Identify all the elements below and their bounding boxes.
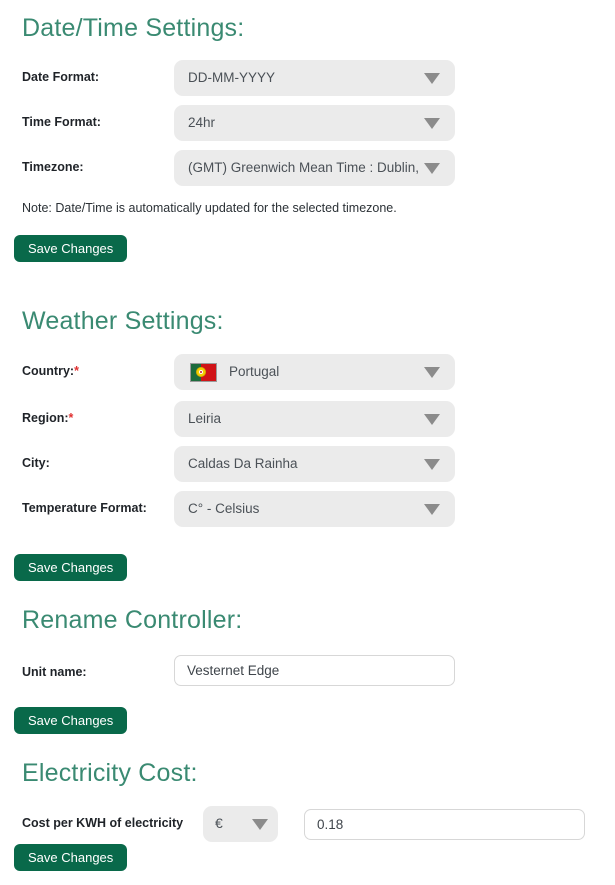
timezone-value: (GMT) Greenwich Mean Time : Dublin,: [188, 160, 418, 175]
unit-name-input[interactable]: Vesternet Edge: [174, 655, 455, 686]
save-changes-button-electricity[interactable]: Save Changes: [14, 844, 128, 871]
region-row: Region:* Leiria: [0, 401, 615, 437]
city-row: City: Caldas Da Rainha: [0, 446, 615, 482]
region-select[interactable]: Leiria: [174, 401, 455, 437]
chevron-down-icon: [424, 458, 440, 470]
datetime-note: Note: Date/Time is automatically updated…: [22, 201, 397, 215]
timezone-label: Timezone:: [22, 160, 84, 175]
cost-per-kwh-label: Cost per KWH of electricity: [22, 816, 184, 831]
time-format-value: 24hr: [188, 115, 216, 130]
region-label: Region:*: [22, 411, 74, 426]
date-format-label: Date Format:: [22, 70, 100, 85]
currency-value: €: [215, 816, 223, 832]
temperature-format-row: Temperature Format: C° - Celsius: [0, 491, 615, 527]
temperature-format-label: Temperature Format:: [22, 501, 147, 516]
temperature-format-value: C° - Celsius: [188, 501, 260, 516]
date-format-row: Date Format: DD-MM-YYYY: [0, 60, 615, 96]
country-label-text: Country:: [22, 364, 75, 379]
timezone-select[interactable]: (GMT) Greenwich Mean Time : Dublin,: [174, 150, 455, 186]
chevron-down-icon: [424, 366, 440, 378]
time-format-row: Time Format: 24hr: [0, 105, 615, 141]
country-row: Country:* Portugal: [0, 354, 615, 390]
country-label: Country:*: [22, 364, 79, 379]
required-asterisk: *: [68, 411, 74, 426]
rename-section-title: Rename Controller:: [22, 606, 243, 634]
region-label-text: Region:: [22, 411, 69, 426]
chevron-down-icon: [252, 818, 268, 830]
currency-select[interactable]: €: [203, 806, 278, 842]
chevron-down-icon: [424, 413, 440, 425]
cost-value-input[interactable]: 0.18: [304, 809, 585, 840]
chevron-down-icon: [424, 117, 440, 129]
chevron-down-icon: [424, 72, 440, 84]
chevron-down-icon: [424, 503, 440, 515]
portugal-flag-icon: [190, 362, 217, 382]
temperature-format-select[interactable]: C° - Celsius: [174, 491, 455, 527]
weather-section-title: Weather Settings:: [22, 307, 224, 335]
region-value: Leiria: [188, 411, 222, 426]
save-changes-button-datetime[interactable]: Save Changes: [14, 235, 128, 262]
country-value: Portugal: [229, 364, 280, 379]
save-changes-button-rename[interactable]: Save Changes: [14, 707, 128, 734]
required-asterisk: *: [74, 364, 79, 379]
country-select[interactable]: Portugal: [174, 354, 455, 390]
time-format-label: Time Format:: [22, 115, 101, 130]
electricity-cost-row: Cost per KWH of electricity € 0.18: [0, 806, 615, 842]
unit-name-label: Unit name:: [22, 665, 87, 680]
city-select[interactable]: Caldas Da Rainha: [174, 446, 455, 482]
city-label: City:: [22, 456, 50, 471]
date-format-select[interactable]: DD-MM-YYYY: [174, 60, 455, 96]
city-value: Caldas Da Rainha: [188, 456, 298, 471]
save-changes-button-weather[interactable]: Save Changes: [14, 554, 128, 581]
datetime-section-title: Date/Time Settings:: [22, 14, 245, 42]
date-format-value: DD-MM-YYYY: [188, 70, 275, 85]
chevron-down-icon: [424, 162, 440, 174]
time-format-select[interactable]: 24hr: [174, 105, 455, 141]
settings-page: Date/Time Settings: Date Format: DD-MM-Y…: [0, 0, 615, 885]
timezone-row: Timezone: (GMT) Greenwich Mean Time : Du…: [0, 150, 615, 186]
electricity-section-title: Electricity Cost:: [22, 759, 198, 787]
unit-name-row: Unit name: Vesternet Edge: [0, 655, 615, 691]
